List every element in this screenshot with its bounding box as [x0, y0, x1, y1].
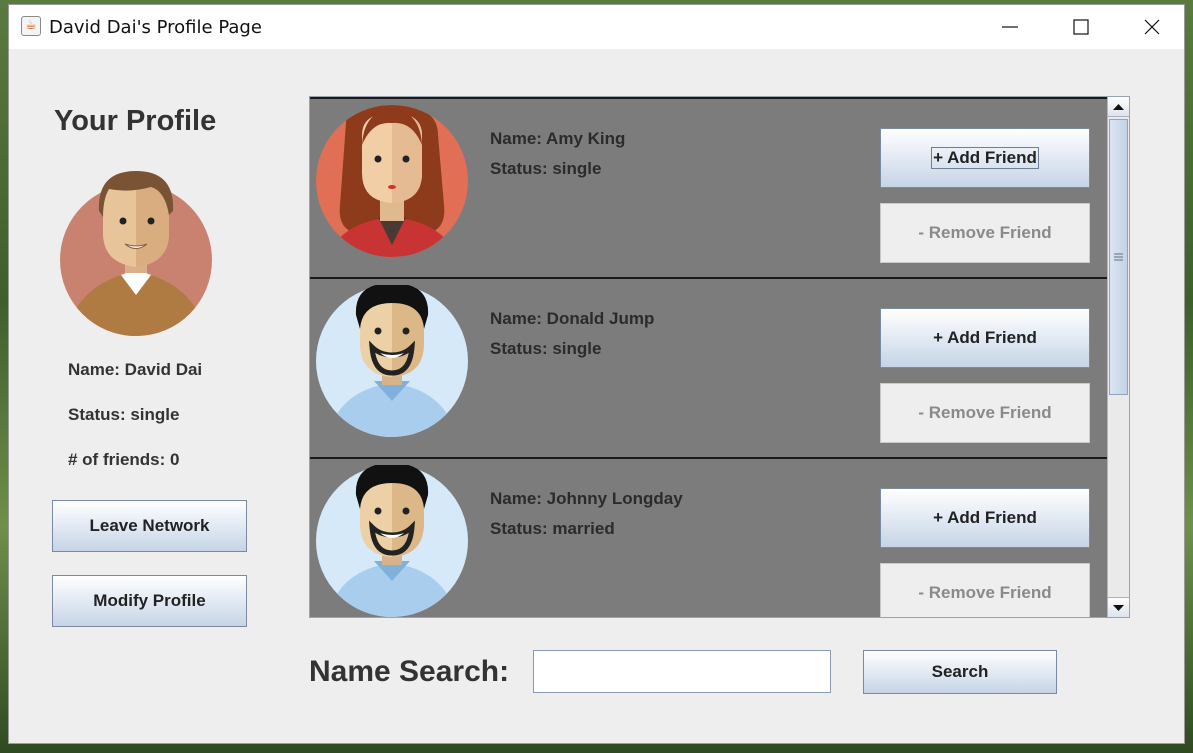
user-avatar — [60, 171, 212, 336]
profile-status: Status: single — [68, 405, 180, 424]
java-cup-icon: ☕ — [21, 16, 41, 36]
person-name: Name: Johnny Longday — [490, 489, 683, 508]
person-status: Status: single — [490, 339, 602, 358]
grip-icon — [1114, 253, 1123, 261]
arrow-up-icon — [1113, 104, 1124, 110]
person-status: Status: single — [490, 159, 602, 178]
profile-window: ☕ David Dai's Profile Page Your Profile — [8, 4, 1185, 744]
title-bar[interactable]: ☕ David Dai's Profile Page — [9, 5, 1184, 49]
content-area: Your Profile Name: David Dai Status: sin… — [9, 49, 1184, 743]
add-friend-button[interactable]: + Add Friend — [880, 488, 1090, 548]
person-status: Status: married — [490, 519, 615, 538]
people-list[interactable]: Name: Amy King Status: single + Add Frie… — [309, 96, 1130, 618]
leave-network-button[interactable]: Leave Network — [52, 500, 247, 552]
remove-friend-button[interactable]: - Remove Friend — [880, 203, 1090, 263]
list-item: Name: Donald Jump Status: single + Add F… — [310, 277, 1107, 457]
name-search-input[interactable] — [533, 650, 831, 693]
man-beard-avatar — [316, 465, 468, 617]
close-icon — [1144, 19, 1160, 35]
add-friend-button[interactable]: + Add Friend — [880, 308, 1090, 368]
minimize-icon — [1002, 26, 1018, 28]
scroll-down-button[interactable] — [1108, 597, 1129, 617]
list-item: Name: Johnny Longday Status: married + A… — [310, 457, 1107, 617]
woman-red-hair-avatar — [316, 105, 468, 257]
window-title: David Dai's Profile Page — [49, 17, 262, 38]
man-beard-avatar — [316, 285, 468, 437]
search-button[interactable]: Search — [863, 650, 1057, 694]
person-name: Name: Donald Jump — [490, 309, 655, 328]
list-item: Name: Amy King Status: single + Add Frie… — [310, 97, 1107, 277]
scroll-up-button[interactable] — [1108, 97, 1129, 117]
profile-heading: Your Profile — [54, 105, 217, 137]
minimize-button[interactable] — [987, 5, 1033, 49]
close-button[interactable] — [1129, 5, 1175, 49]
remove-friend-button[interactable]: - Remove Friend — [880, 383, 1090, 443]
add-friend-button[interactable]: + Add Friend — [880, 128, 1090, 188]
scroll-thumb[interactable] — [1109, 119, 1128, 395]
profile-name: Name: David Dai — [68, 360, 203, 379]
person-name: Name: Amy King — [490, 129, 626, 148]
maximize-button[interactable] — [1058, 5, 1104, 49]
name-search-label: Name Search: — [309, 655, 510, 688]
remove-friend-button[interactable]: - Remove Friend — [880, 563, 1090, 617]
profile-friend-count: # of friends: 0 — [68, 450, 180, 469]
arrow-down-icon — [1113, 605, 1124, 611]
vertical-scrollbar[interactable] — [1107, 97, 1129, 617]
maximize-icon — [1073, 19, 1089, 35]
add-friend-label: + Add Friend — [931, 147, 1039, 169]
modify-profile-button[interactable]: Modify Profile — [52, 575, 247, 627]
